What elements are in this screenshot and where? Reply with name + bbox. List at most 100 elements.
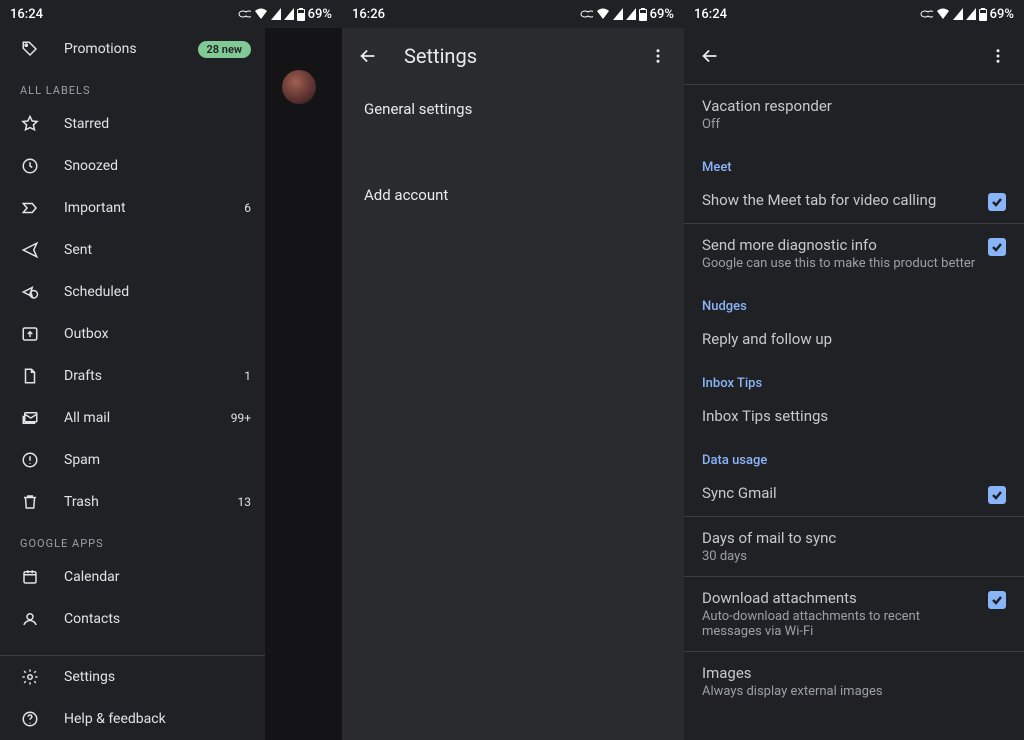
nav-settings[interactable]: Settings (0, 656, 265, 698)
nav-label: Starred (64, 116, 227, 132)
status-icons: 69% (237, 7, 332, 22)
gear-icon (20, 667, 40, 687)
signal-icon (953, 8, 963, 20)
section-google-apps: Google apps (0, 523, 265, 556)
page-title: Settings (404, 44, 477, 68)
wifi-icon (596, 8, 610, 20)
pref-meet-tab[interactable]: Show the Meet tab for video calling (684, 179, 1024, 223)
back-button[interactable] (356, 44, 380, 68)
calendar-icon (20, 567, 40, 587)
section-nudges: Nudges (684, 283, 1024, 318)
stack-mail-icon (20, 408, 40, 428)
nav-label: Important (64, 200, 220, 216)
nav-starred[interactable]: Starred (0, 103, 265, 145)
nav-trash[interactable]: Trash 13 (0, 481, 265, 523)
nav-allmail[interactable]: All mail 99+ (0, 397, 265, 439)
item-general-settings[interactable]: General settings (342, 84, 684, 134)
status-icons: 69% (579, 7, 674, 22)
pref-title: Inbox Tips settings (702, 407, 1006, 425)
nav-snoozed[interactable]: Snoozed (0, 145, 265, 187)
nav-outbox[interactable]: Outbox (0, 313, 265, 355)
checkbox-checked[interactable] (988, 193, 1006, 211)
star-icon (20, 114, 40, 134)
drawer-scrim[interactable] (265, 28, 342, 740)
pref-title: Reply and follow up (702, 330, 1006, 348)
vpn-icon (579, 9, 593, 19)
checkbox-checked[interactable] (988, 238, 1006, 256)
overflow-button[interactable] (986, 44, 1010, 68)
pref-title: Send more diagnostic info (702, 236, 976, 254)
checkbox-checked[interactable] (988, 486, 1006, 504)
section-meet: Meet (684, 144, 1024, 179)
battery-icon (979, 8, 987, 21)
nav-scheduled[interactable]: Scheduled (0, 271, 265, 313)
pref-vacation[interactable]: Vacation responder Off (684, 85, 1024, 144)
badge-new: 28 new (198, 41, 252, 58)
overflow-button[interactable] (646, 44, 670, 68)
item-add-account[interactable]: Add account (342, 170, 684, 220)
signal-icon (966, 8, 976, 20)
nav-label: Settings (64, 669, 251, 685)
pref-title: Vacation responder (702, 97, 1006, 115)
nav-label: Snoozed (64, 158, 227, 174)
status-bar: 16:24 69% (684, 0, 1024, 28)
nav-label: Outbox (64, 326, 227, 342)
tag-icon (20, 39, 40, 59)
drawer-footer: Settings Help & feedback (0, 655, 265, 740)
nav-spam[interactable]: Spam (0, 439, 265, 481)
nav-help[interactable]: Help & feedback (0, 698, 265, 740)
signal-icon (284, 8, 294, 20)
pref-summary: 30 days (702, 549, 1006, 564)
back-button[interactable] (698, 44, 722, 68)
clock: 16:26 (352, 7, 385, 22)
signal-icon (613, 8, 623, 20)
nav-contacts[interactable]: Contacts (0, 598, 265, 640)
clock-icon (20, 156, 40, 176)
pref-diagnostic[interactable]: Send more diagnostic info Google can use… (684, 224, 1024, 283)
pref-days-sync[interactable]: Days of mail to sync 30 days (684, 517, 1024, 576)
nav-label: All mail (64, 410, 207, 426)
section-inbox-tips: Inbox Tips (684, 360, 1024, 395)
app-bar: Settings (342, 28, 684, 84)
nav-count: 13 (238, 495, 252, 509)
nav-count: 1 (244, 369, 251, 383)
checkbox-checked[interactable] (988, 591, 1006, 609)
pref-nudges[interactable]: Reply and follow up (684, 318, 1024, 360)
nav-count: 6 (244, 201, 251, 215)
nav-label: Scheduled (64, 284, 227, 300)
send-icon (20, 240, 40, 260)
pref-images[interactable]: Images Always display external images (684, 652, 1024, 711)
schedule-send-icon (20, 282, 40, 302)
nav-promotions[interactable]: Promotions 28 new (0, 28, 265, 70)
nav-label: Sent (64, 242, 227, 258)
signal-icon (626, 8, 636, 20)
nav-label: Calendar (64, 569, 251, 585)
nav-important[interactable]: Important 6 (0, 187, 265, 229)
app-bar (684, 28, 1024, 84)
pref-download-att[interactable]: Download attachments Auto-download attac… (684, 577, 1024, 651)
pref-title: Images (702, 664, 1006, 682)
trash-icon (20, 492, 40, 512)
nav-sent[interactable]: Sent (0, 229, 265, 271)
nav-label: Drafts (64, 368, 220, 384)
battery-pct: 69% (990, 7, 1014, 22)
nav-count: 99+ (231, 411, 251, 425)
nav-calendar[interactable]: Calendar (0, 556, 265, 598)
status-bar: 16:24 69% (0, 0, 342, 28)
status-bar: 16:26 69% (342, 0, 684, 28)
pref-summary: Google can use this to make this product… (702, 256, 976, 271)
pref-inbox-tips[interactable]: Inbox Tips settings (684, 395, 1024, 437)
important-icon (20, 198, 40, 218)
pref-summary: Always display external images (702, 684, 1006, 699)
wifi-icon (254, 8, 268, 20)
wifi-icon (936, 8, 950, 20)
pref-sync[interactable]: Sync Gmail (684, 472, 1024, 516)
nav-label: Promotions (64, 41, 174, 57)
vpn-icon (919, 9, 933, 19)
nav-label: Spam (64, 452, 227, 468)
nav-drafts[interactable]: Drafts 1 (0, 355, 265, 397)
status-icons: 69% (919, 7, 1014, 22)
help-icon (20, 709, 40, 729)
signal-icon (271, 8, 281, 20)
pref-summary: Off (702, 117, 1006, 132)
